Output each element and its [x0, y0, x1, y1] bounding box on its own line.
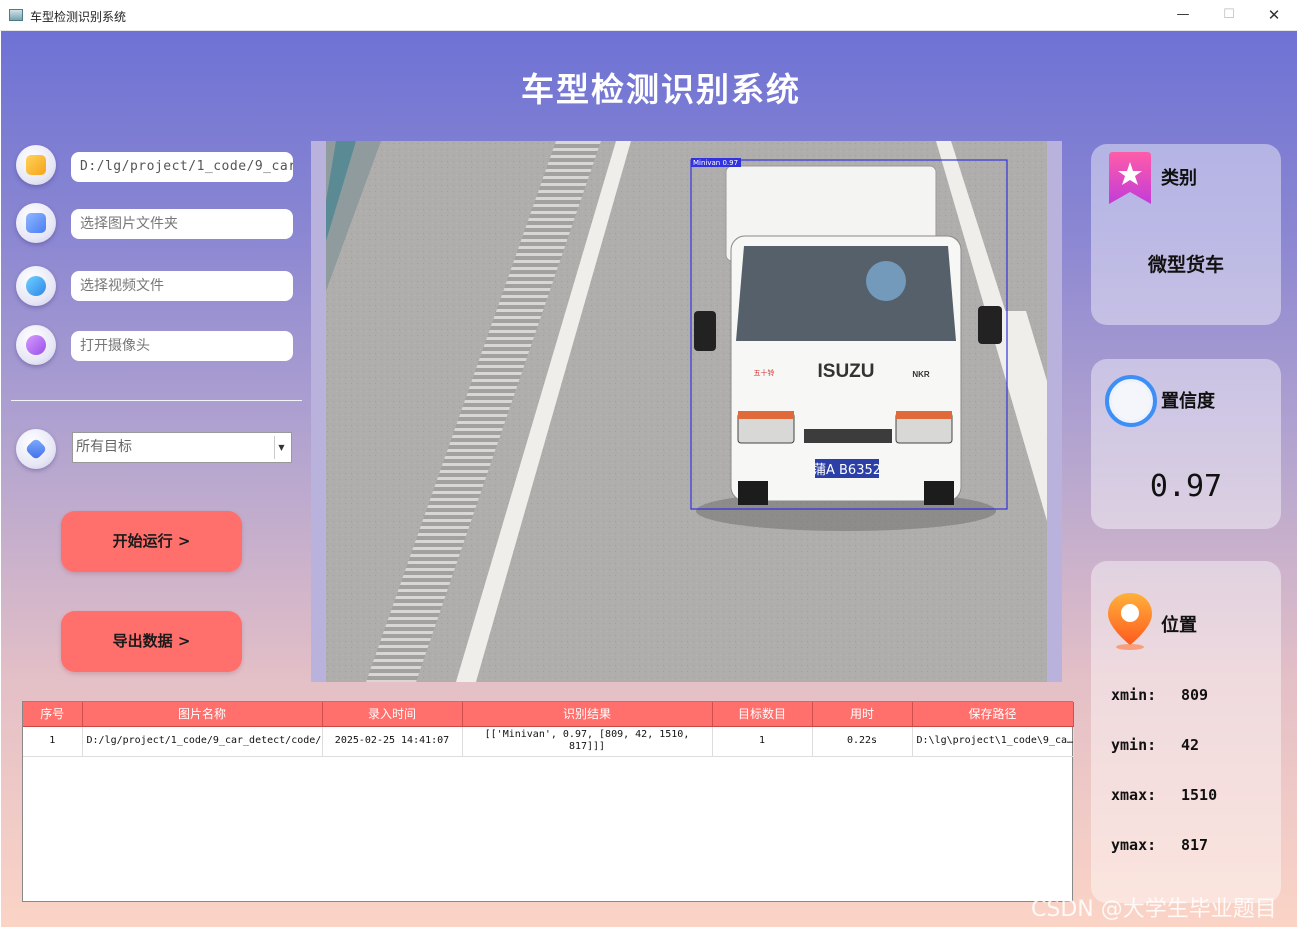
col-header-image-name[interactable]: 图片名称 [82, 702, 323, 727]
folder-icon [26, 155, 46, 175]
image-display-panel: ISUZU NKR 五十铃 蒲A B6352 Minivan 0.97 [311, 141, 1062, 682]
bookmark-star-icon [1109, 152, 1151, 204]
xmax-value: 1510 [1181, 786, 1218, 804]
confidence-card: 置信度 0.97 [1091, 359, 1281, 529]
video-path-field[interactable]: 选择视频文件 [71, 271, 293, 301]
target-select-value: 所有目标 [76, 439, 132, 455]
folder-path-field[interactable]: 选择图片文件夹 [71, 209, 293, 239]
window-title: 车型检测识别系统 [30, 10, 127, 24]
start-button[interactable]: 开始运行 > [61, 511, 242, 572]
col-header-save-path[interactable]: 保存路径 [912, 702, 1074, 727]
open-folder-icon[interactable] [16, 203, 56, 243]
results-table[interactable]: 序号 图片名称 录入时间 识别结果 目标数目 用时 保存路径 1 D:/lg/p… [22, 701, 1074, 902]
ymin-row: ymin: 42 [1111, 736, 1199, 754]
chevron-down-icon[interactable]: ▼ [274, 436, 288, 459]
camera-field[interactable]: 打开摄像头 [71, 331, 293, 361]
cell-duration: 0.22s [812, 726, 913, 757]
class-card: 类别 微型货车 [1091, 144, 1281, 325]
tag-icon [24, 437, 48, 461]
truck-brand: ISUZU [818, 361, 875, 382]
cell-result: [['Minivan', 0.97, [809, 42, 1510, 817]]… [462, 726, 713, 757]
open-camera-icon[interactable] [16, 325, 56, 365]
window-titlebar: 车型检测识别系统 — ☐ ✕ [0, 0, 1298, 31]
col-header-count[interactable]: 目标数目 [712, 702, 813, 727]
confidence-title: 置信度 [1161, 391, 1215, 412]
table-header-row: 序号 图片名称 录入时间 识别结果 目标数目 用时 保存路径 [23, 702, 1074, 727]
class-title: 类别 [1161, 168, 1197, 189]
export-button[interactable]: 导出数据 > [61, 611, 242, 672]
open-video-icon[interactable] [16, 266, 56, 306]
maximize-button[interactable]: ☐ [1216, 4, 1242, 26]
road-scene: ISUZU NKR 五十铃 蒲A B6352 Minivan 0.97 [326, 141, 1047, 682]
ymax-label: ymax: [1111, 836, 1157, 854]
detection-image: ISUZU NKR 五十铃 蒲A B6352 Minivan 0.97 [326, 141, 1047, 682]
xmax-row: xmax: 1510 [1111, 786, 1217, 804]
col-header-result[interactable]: 识别结果 [462, 702, 713, 727]
detection-box-label: Minivan 0.97 [693, 159, 738, 167]
col-header-duration[interactable]: 用时 [812, 702, 913, 727]
camera-icon [26, 335, 46, 355]
ymax-row: ymax: 817 [1111, 836, 1208, 854]
cell-count: 1 [712, 726, 813, 757]
col-header-time[interactable]: 录入时间 [322, 702, 463, 727]
cell-image-name: D:/lg/project/1_code/9_car_detect/code/c… [82, 726, 323, 757]
target-filter-icon [16, 429, 56, 469]
watermark: CSDN @大学生毕业题目 [1031, 897, 1277, 922]
ymax-value: 817 [1181, 836, 1209, 854]
xmax-label: xmax: [1111, 786, 1157, 804]
license-plate-text: 蒲A B6352 [813, 463, 881, 478]
main-window: 车型检测识别系统 D:/lg/project/1_code/9_car_dete… [1, 31, 1297, 927]
cell-index: 1 [23, 726, 83, 757]
col-header-index[interactable]: 序号 [23, 702, 83, 727]
image-folder-icon [26, 213, 46, 233]
class-value: 微型货车 [1147, 254, 1224, 276]
position-card: 位置 xmin: 809 ymin: 42 xmax: 1510 ymax: 817 [1091, 561, 1281, 903]
cell-time: 2025-02-25 14:41:07 [322, 726, 463, 757]
app-title: 车型检测识别系统 [521, 70, 801, 109]
position-title: 位置 [1161, 615, 1197, 636]
target-select[interactable]: 所有目标 ▼ [72, 432, 292, 463]
xmin-row: xmin: 809 [1111, 686, 1208, 704]
confidence-ring-icon [1105, 375, 1157, 427]
open-image-icon[interactable] [16, 145, 56, 185]
cab-text: 五十铃 [754, 368, 775, 377]
truck-model: NKR [912, 370, 930, 379]
ymin-value: 42 [1181, 736, 1200, 754]
xmin-label: xmin: [1111, 686, 1157, 704]
video-icon [26, 276, 46, 296]
image-path-field[interactable]: D:/lg/project/1_code/9_car_detect/ [71, 152, 293, 182]
ymin-label: ymin: [1111, 736, 1157, 754]
location-pin-icon [1108, 593, 1152, 650]
xmin-value: 809 [1181, 686, 1209, 704]
confidence-value: 0.97 [1149, 469, 1223, 504]
table-row[interactable]: 1 D:/lg/project/1_code/9_car_detect/code… [23, 726, 1074, 757]
minimize-button[interactable]: — [1170, 4, 1196, 26]
close-button[interactable]: ✕ [1261, 4, 1287, 26]
divider [11, 400, 302, 401]
app-icon [9, 9, 23, 21]
cell-save-path: D:\lg\project\1_code\9_ca… [912, 726, 1074, 757]
